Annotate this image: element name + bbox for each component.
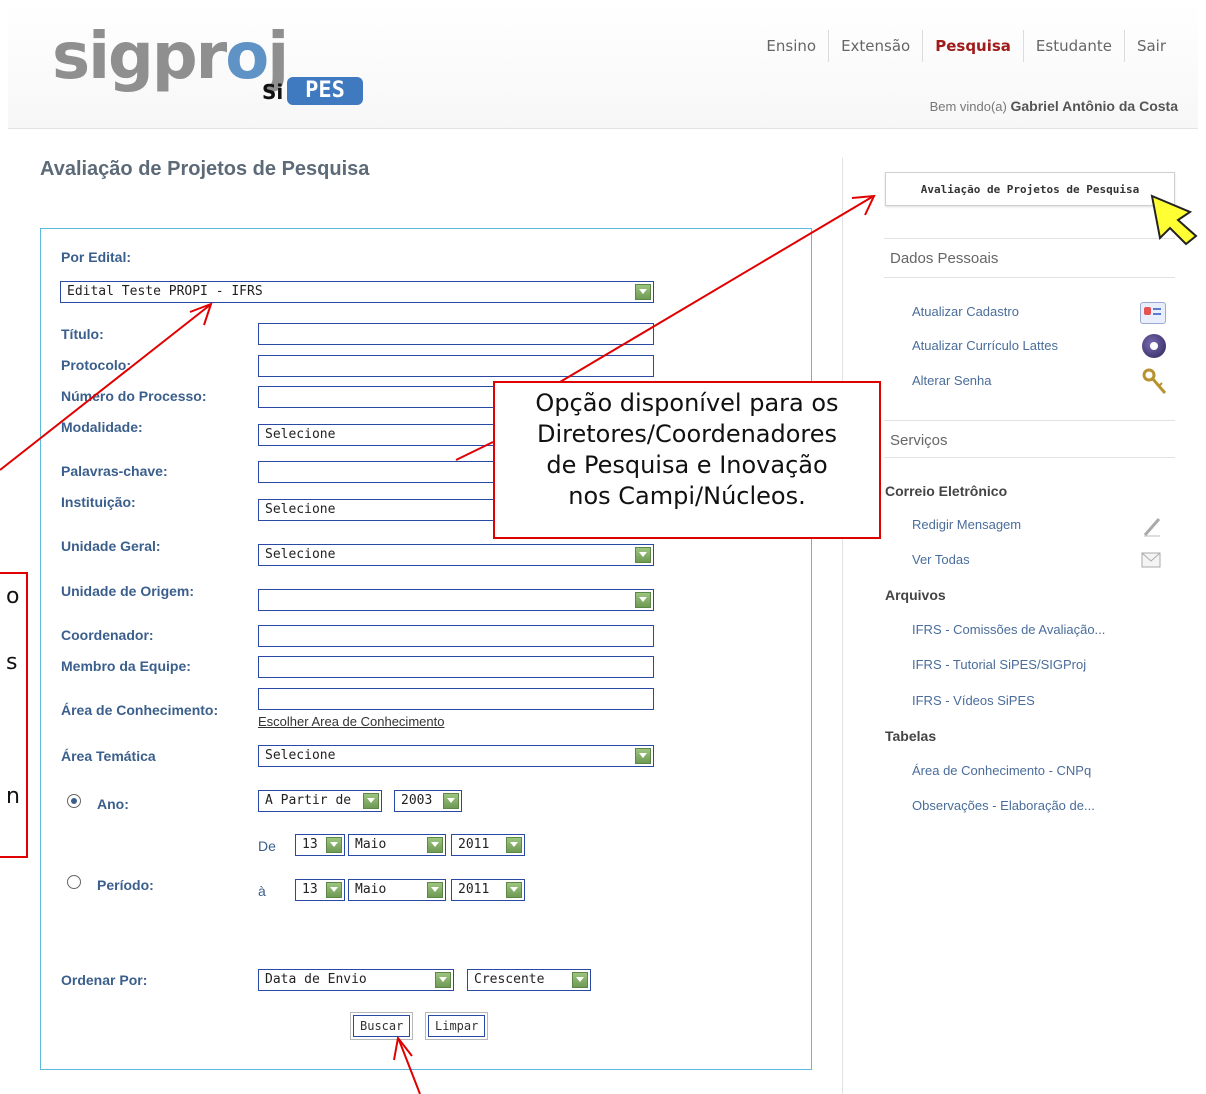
annotation-arrows (0, 194, 1198, 1094)
arrow-to-buscar (398, 1039, 421, 1094)
yellow-pointer-icon (1150, 194, 1198, 246)
arrow-from-callout (455, 441, 494, 461)
arrow-to-sidebar-button (559, 196, 873, 383)
arrow-to-edital (0, 304, 211, 471)
